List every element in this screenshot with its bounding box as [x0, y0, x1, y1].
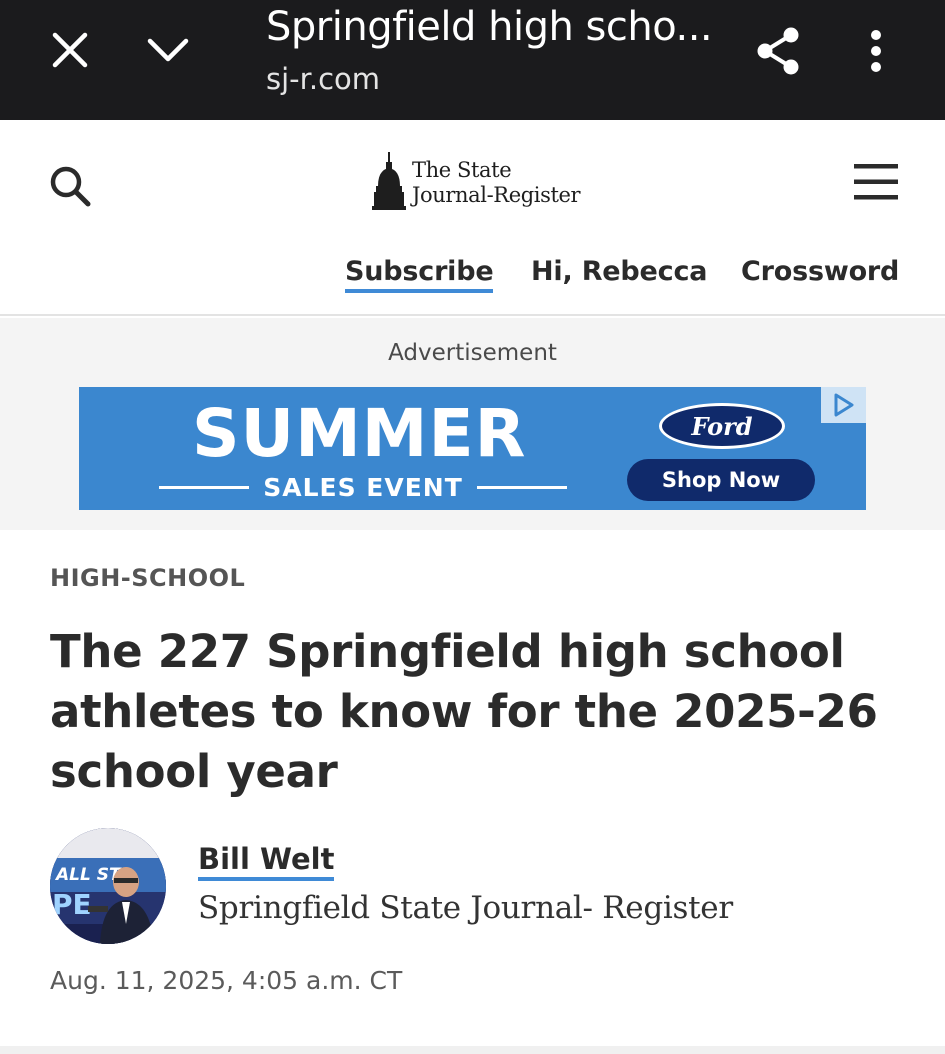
publish-date: Aug. 11, 2025, 4:05 a.m. CT	[50, 966, 403, 995]
hamburger-menu-icon[interactable]	[848, 158, 904, 206]
shop-now-button[interactable]: Shop Now	[627, 459, 815, 501]
header-nav: Subscribe Hi, Rebecca Crossword	[0, 256, 945, 296]
section-kicker[interactable]: HIGH-SCHOOL	[50, 564, 245, 592]
site-header: The State Journal-Register Subscribe Hi,…	[0, 120, 945, 316]
ford-logo-text: Ford	[691, 411, 753, 441]
share-icon[interactable]	[748, 22, 808, 80]
author-name-link[interactable]: Bill Welt	[198, 842, 335, 881]
ad-section: Advertisement SUMMER SALES EVENT Ford Sh…	[0, 318, 945, 530]
logo-line-2: Journal-Register	[412, 183, 581, 207]
byline: ALL ST PE Bill Welt Springfield State Jo…	[50, 828, 910, 946]
ad-rule-right	[476, 486, 567, 489]
article-headline: The 227 Springfield high school athletes…	[50, 625, 878, 798]
adchoices-icon[interactable]	[821, 387, 866, 423]
ad-banner[interactable]: SUMMER SALES EVENT Ford Shop Now	[79, 387, 866, 510]
ad-label: Advertisement	[388, 340, 557, 366]
ad-subline-text: SALES EVENT	[263, 473, 463, 502]
article-header: HIGH-SCHOOL The 227 Springfield high sch…	[0, 530, 945, 1054]
logo-line-1: The State	[412, 158, 512, 182]
ford-logo: Ford	[659, 403, 785, 449]
site-logo[interactable]: The State Journal-Register	[372, 150, 581, 216]
capitol-dome-icon	[372, 152, 406, 210]
svg-text:PE: PE	[52, 888, 92, 921]
ad-subline: SALES EVENT	[159, 473, 567, 502]
logo-wordmark: The State Journal-Register	[412, 158, 581, 208]
author-avatar[interactable]: ALL ST PE	[50, 828, 166, 944]
crossword-link[interactable]: Crossword	[741, 256, 899, 287]
page-url: sj-r.com	[266, 62, 381, 96]
ad-headline: SUMMER	[192, 395, 527, 472]
divider	[0, 1046, 945, 1054]
svg-text:ALL ST: ALL ST	[54, 865, 122, 885]
author-organization: Springfield State Journal- Register	[198, 890, 733, 926]
chevron-down-icon[interactable]	[140, 26, 196, 74]
account-greeting-link[interactable]: Hi, Rebecca	[531, 256, 707, 287]
ad-rule-left	[159, 486, 250, 489]
close-icon[interactable]	[42, 26, 98, 74]
subscribe-link[interactable]: Subscribe	[345, 256, 494, 293]
page-title: Springfield high scho...	[266, 4, 713, 50]
more-vertical-icon[interactable]	[856, 22, 896, 80]
browser-toolbar: Springfield high scho... sj-r.com	[0, 0, 945, 120]
search-icon[interactable]	[44, 160, 96, 212]
